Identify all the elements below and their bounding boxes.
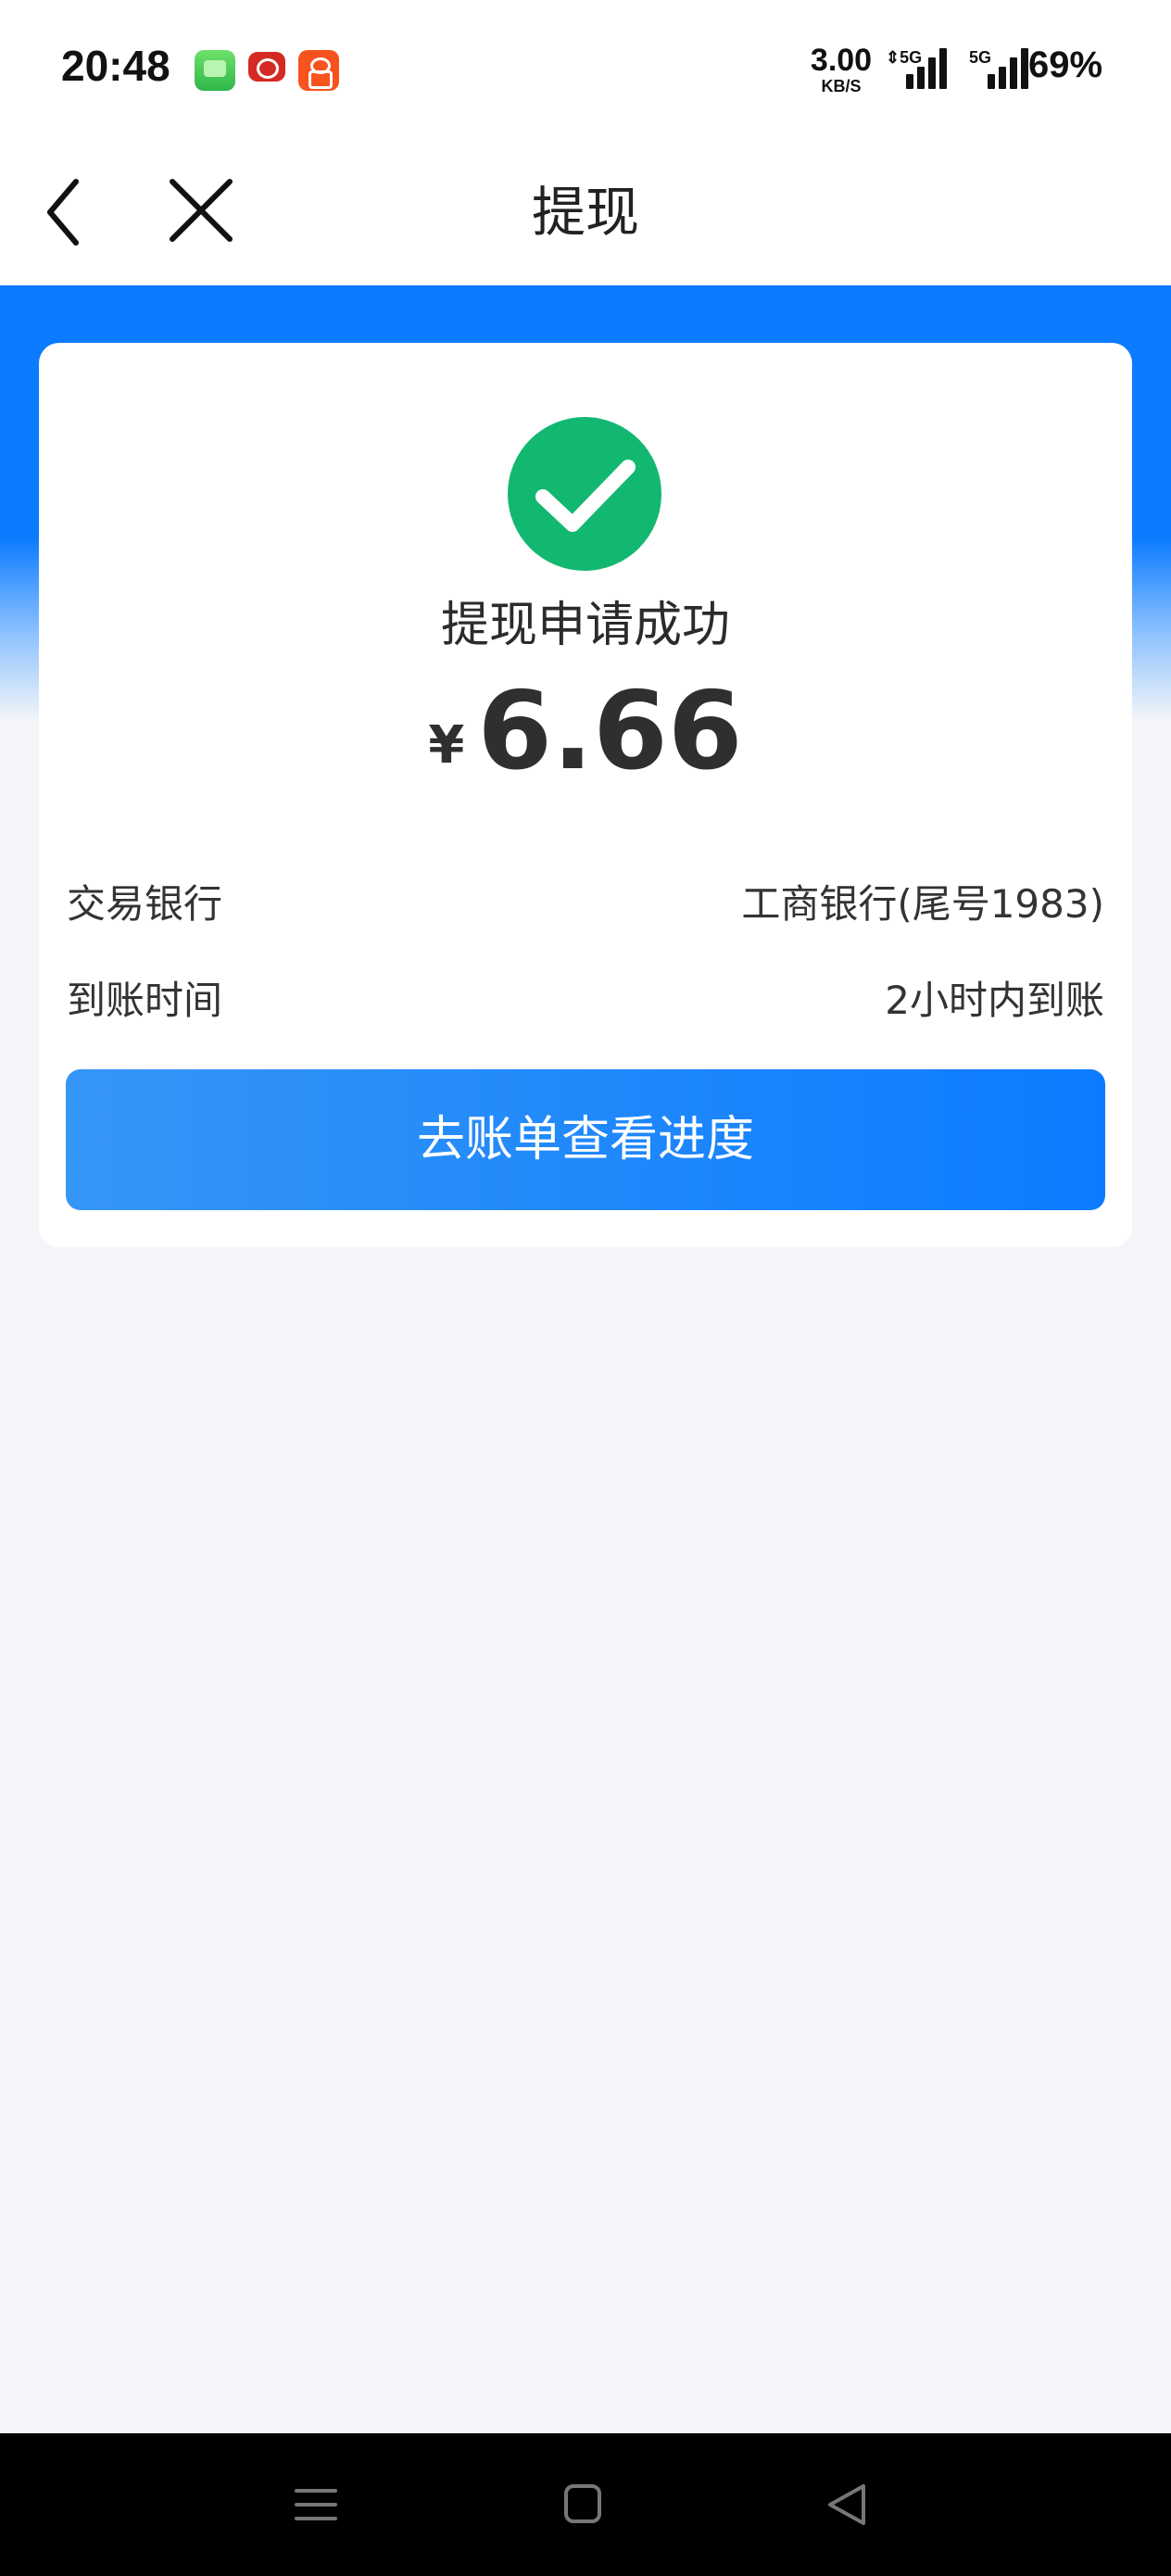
detail-label: 交易银行: [67, 881, 223, 927]
detail-value: 2小时内到账: [885, 978, 1104, 1023]
status-time: 20:48: [61, 42, 170, 90]
system-back-button[interactable]: [815, 2472, 880, 2537]
currency-symbol: ¥: [428, 715, 465, 776]
system-nav-bar: [0, 2433, 1171, 2576]
back-button[interactable]: [37, 170, 120, 254]
detail-value: 工商银行(尾号1983): [741, 881, 1104, 927]
china-post-icon: [246, 50, 287, 91]
signal-strength-icon: [906, 48, 952, 89]
orange-app-icon: [298, 50, 339, 91]
detail-row-bank: 交易银行 工商银行(尾号1983): [67, 873, 1104, 932]
network-speed: 3.00 KB/S: [804, 44, 878, 95]
battery-level: 69%: [1028, 44, 1103, 85]
detail-row-arrival-time: 到账时间 2小时内到账: [67, 969, 1104, 1029]
menu-icon: [295, 2489, 337, 2520]
amount-display: ¥6.66: [39, 669, 1132, 794]
network-speed-unit: KB/S: [821, 77, 862, 95]
status-bar: 20:48 3.00 KB/S ⇕5G 5G 69%: [0, 0, 1171, 139]
result-title: 提现申请成功: [440, 598, 730, 653]
network-speed-value: 3.00: [810, 43, 873, 78]
detail-label: 到账时间: [67, 978, 223, 1023]
messages-app-icon: [195, 50, 235, 91]
back-triangle-icon: [828, 2484, 865, 2525]
home-square-icon: [564, 2484, 601, 2523]
view-bill-progress-button[interactable]: 去账单查看进度: [66, 1069, 1105, 1210]
system-menu-button[interactable]: [283, 2472, 348, 2537]
close-button[interactable]: [157, 170, 241, 254]
chevron-left-icon: [47, 179, 79, 246]
amount-value: 6.66: [477, 669, 743, 794]
close-icon: [170, 179, 233, 242]
check-circle-icon: [508, 417, 661, 571]
system-home-button[interactable]: [550, 2472, 615, 2537]
signal-strength-icon: [988, 48, 1034, 89]
result-card: 提现申请成功 ¥6.66 交易银行 工商银行(尾号1983) 到账时间 2小时内…: [39, 343, 1132, 1247]
nav-bar: 提现: [0, 139, 1171, 285]
